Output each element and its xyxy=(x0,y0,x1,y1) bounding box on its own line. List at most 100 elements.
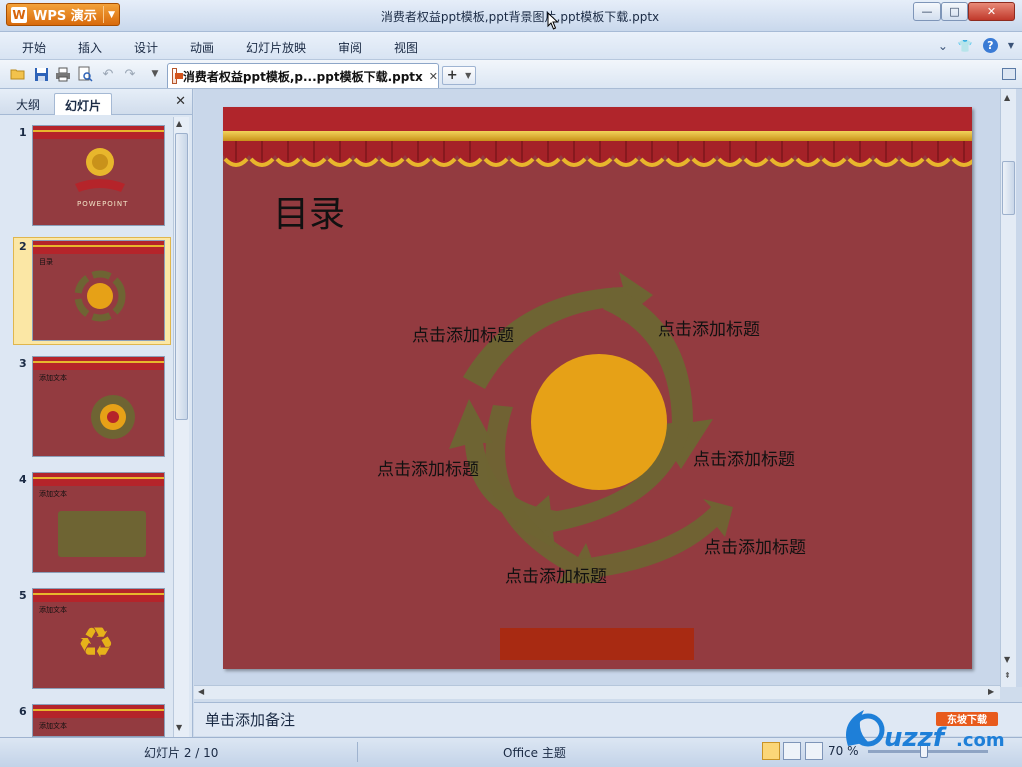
plus-icon: + xyxy=(446,68,458,83)
print-preview-icon[interactable] xyxy=(77,66,93,82)
title-placeholder-6[interactable]: 点击添加标题 xyxy=(505,562,607,587)
redo-icon[interactable]: ↷ xyxy=(122,66,138,82)
thumbnail-title: 添加文本 xyxy=(39,722,67,730)
skin-shirt-icon[interactable]: 👕 xyxy=(958,39,973,53)
title-placeholder-2[interactable]: 点击添加标题 xyxy=(658,315,760,340)
scroll-down-icon[interactable]: ▼ xyxy=(176,723,182,732)
maximize-icon: □ xyxy=(949,5,960,18)
scroll-left-icon[interactable]: ◀ xyxy=(198,687,204,696)
thumbnail-number: 2 xyxy=(19,240,27,253)
emblem-icon xyxy=(75,148,125,192)
slide-thumbnail-1[interactable]: POWEPOINT xyxy=(32,125,165,226)
thumbnail-curtain xyxy=(33,473,164,486)
title-bar: W WPS 演示 ▼ 消费者权益ppt模板,ppt背景图片,ppt模板下载.pp… xyxy=(0,0,1022,32)
menu-right-controls: ⌄ 👕 ? ▼ xyxy=(938,38,1014,53)
slide-thumbnail-5[interactable]: 添加文本 ♻ xyxy=(32,588,165,689)
slide-thumbnail-6[interactable]: 添加文本 xyxy=(32,704,165,737)
document-tab[interactable]: 消费者权益ppt模板,p...ppt模板下载.pptx ✕ xyxy=(167,63,439,88)
scroll-up-icon[interactable]: ▲ xyxy=(176,119,182,128)
thumbnail-curtain xyxy=(33,241,164,254)
center-circle xyxy=(531,354,667,490)
undo-icon[interactable]: ↶ xyxy=(100,66,116,82)
thumbnail-number: 4 xyxy=(19,473,27,486)
title-placeholder-4[interactable]: 点击添加标题 xyxy=(693,445,795,470)
help-icon[interactable]: ? xyxy=(982,38,998,53)
normal-view-icon[interactable] xyxy=(762,742,780,760)
scroll-down-icon[interactable]: ▼ xyxy=(1004,655,1010,664)
title-placeholder-5[interactable]: 点击添加标题 xyxy=(704,533,806,558)
customize-toolbar-icon[interactable]: ▼ xyxy=(147,66,163,82)
print-icon[interactable] xyxy=(55,66,71,82)
thumbnail-number: 6 xyxy=(19,705,27,718)
thumbnail-number: 3 xyxy=(19,357,27,370)
tab-slides[interactable]: 幻灯片 xyxy=(54,93,113,115)
menu-bar: 开始 插入 设计 动画 幻灯片放映 审阅 视图 ⌄ 👕 ? ▼ xyxy=(0,32,1022,60)
window-title: 消费者权益ppt模板,ppt背景图片,ppt模板下载.pptx xyxy=(380,10,660,24)
scrollbar-thumb[interactable] xyxy=(1002,161,1015,215)
title-placeholder-1[interactable]: 点击添加标题 xyxy=(412,321,514,346)
app-menu-button[interactable]: W WPS 演示 ▼ xyxy=(6,3,120,26)
scroll-right-icon[interactable]: ▶ xyxy=(988,687,994,696)
app-button-divider xyxy=(103,6,105,23)
menu-insert[interactable]: 插入 xyxy=(78,39,102,56)
close-window-button[interactable]: ✕ xyxy=(968,2,1015,21)
close-panel-icon[interactable]: ✕ xyxy=(175,94,186,109)
watermark-domain: .com xyxy=(956,730,1005,751)
current-slide[interactable]: 目录 点击添加标题 点击添加标题 点击添加标题 点击添加标题 点击添加标题 点击… xyxy=(223,107,972,669)
watermark-tag: 东坡下载 xyxy=(947,713,987,726)
slide-thumbnail-3[interactable]: 添加文本 xyxy=(32,356,165,457)
menu-slideshow[interactable]: 幻灯片放映 xyxy=(246,39,306,56)
chevron-down-icon: ▼ xyxy=(465,71,472,80)
document-tab-label: 消费者权益ppt模板,p...ppt模板下载.pptx xyxy=(182,69,423,84)
collapse-ribbon-icon[interactable]: ⌄ xyxy=(938,39,948,53)
help-dropdown-icon[interactable]: ▼ xyxy=(1008,41,1014,50)
thumbnail-number: 5 xyxy=(19,589,27,602)
scroll-up-icon[interactable]: ▲ xyxy=(1004,93,1010,102)
thumbnail-subtitle: POWEPOINT xyxy=(77,200,129,208)
thumbnail-title: 添加文本 xyxy=(39,606,67,614)
slide-vertical-scrollbar[interactable]: ▲ ▼ ⇞ xyxy=(1000,89,1016,687)
thumbnail-curtain xyxy=(33,589,164,602)
maximize-button[interactable]: □ xyxy=(941,2,968,21)
slide-editing-area: 目录 点击添加标题 点击添加标题 点击添加标题 点击添加标题 点击添加标题 点击… xyxy=(194,89,1022,699)
pptx-file-icon xyxy=(172,68,183,84)
tab-outline[interactable]: 大纲 xyxy=(6,93,50,115)
notes-placeholder[interactable]: 单击添加备注 xyxy=(205,709,295,730)
slide-thumbnail-2[interactable]: 目录 xyxy=(32,240,165,341)
open-folder-icon[interactable] xyxy=(10,66,26,82)
minimize-icon: — xyxy=(921,5,933,18)
minimize-button[interactable]: — xyxy=(913,2,941,21)
thumbnail-title: 目录 xyxy=(39,258,53,266)
menu-design[interactable]: 设计 xyxy=(134,39,158,56)
close-tab-icon[interactable]: ✕ xyxy=(429,70,438,83)
close-icon: ✕ xyxy=(986,5,997,18)
watermark-brand: uzzf xyxy=(884,723,948,753)
scrollbar-thumb[interactable] xyxy=(175,133,188,420)
menu-home[interactable]: 开始 xyxy=(22,39,46,56)
target-diagram xyxy=(91,395,135,439)
menu-review[interactable]: 审阅 xyxy=(338,39,362,56)
window-layout-icon[interactable] xyxy=(1002,68,1016,80)
bottom-decor-bar xyxy=(500,628,694,660)
save-icon[interactable] xyxy=(33,66,49,82)
app-name: WPS 演示 xyxy=(33,9,97,24)
slide-horizontal-scrollbar[interactable]: ◀ ▶ xyxy=(194,685,1000,699)
previous-slide-icon[interactable]: ⇞ xyxy=(1004,671,1011,680)
content-box-shape xyxy=(58,511,146,557)
slide-thumbnail-4[interactable]: 添加文本 xyxy=(32,472,165,573)
thumbnail-number: 1 xyxy=(19,126,27,139)
wps-logo-icon: W xyxy=(11,6,27,23)
title-placeholder-3[interactable]: 点击添加标题 xyxy=(377,455,479,480)
diagram-thumbnail xyxy=(74,270,126,322)
thumbnail-scrollbar[interactable]: ▲ ▼ xyxy=(173,117,189,737)
slide-sorter-icon[interactable] xyxy=(783,742,801,760)
new-tab-button[interactable]: + ▼ xyxy=(442,66,476,85)
menu-animation[interactable]: 动画 xyxy=(190,39,214,56)
slide-counter: 幻灯片 2 / 10 xyxy=(144,746,219,760)
thumbnail-title: 添加文本 xyxy=(39,374,67,382)
thumbnail-curtain xyxy=(33,705,164,718)
menu-view[interactable]: 视图 xyxy=(394,39,418,56)
slideshow-icon[interactable] xyxy=(805,742,823,760)
mouse-cursor-icon xyxy=(547,12,559,30)
chevron-down-icon: ▼ xyxy=(108,9,115,20)
